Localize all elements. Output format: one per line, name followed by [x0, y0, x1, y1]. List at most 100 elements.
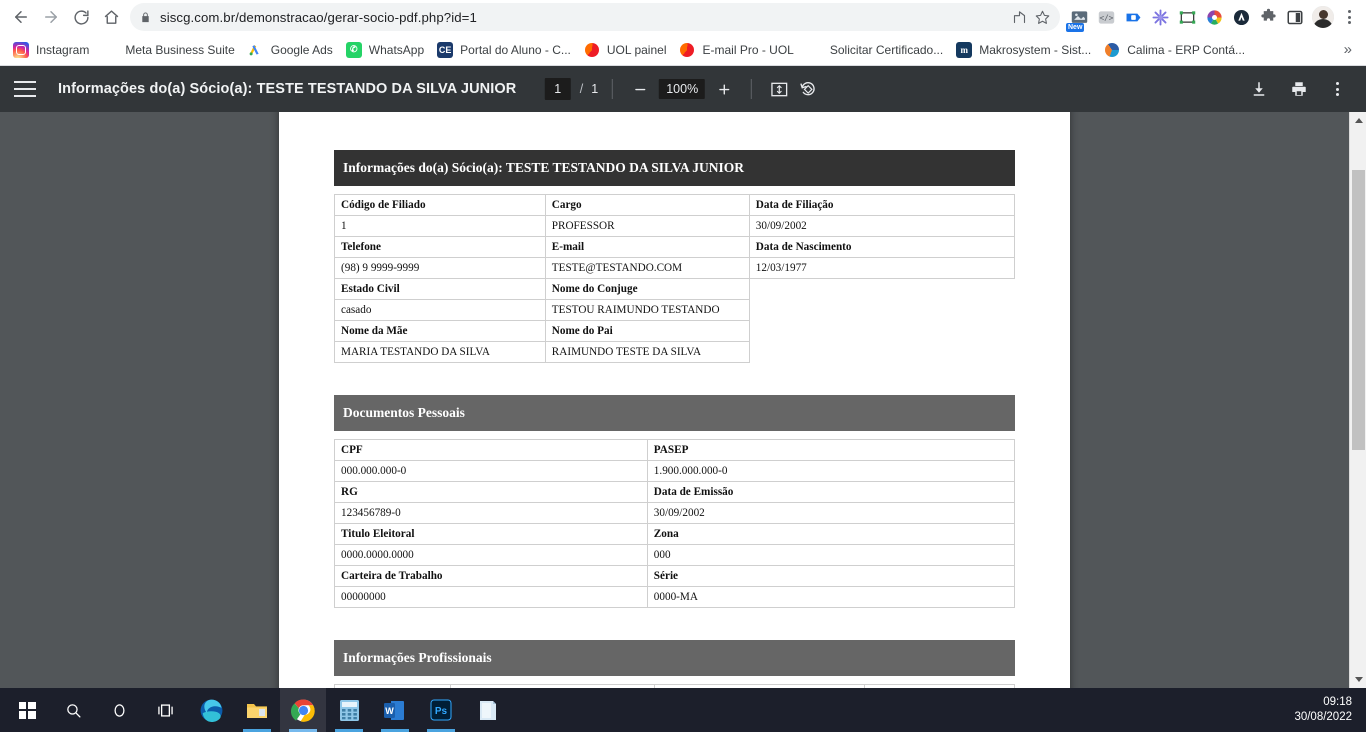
code-extension-icon[interactable]: </>	[1093, 4, 1119, 30]
color-wheel-extension-icon[interactable]	[1201, 4, 1227, 30]
scroll-down-arrow[interactable]	[1350, 671, 1366, 688]
vertical-scrollbar[interactable]	[1349, 112, 1366, 688]
profile-avatar[interactable]	[1311, 5, 1335, 29]
table-row: MARIA TESTANDO DA SILVA RAIMUNDO TESTE DA…	[334, 341, 1015, 363]
cortana-button[interactable]	[96, 688, 142, 732]
bookmark-google-ads[interactable]: Google Ads	[243, 39, 341, 61]
table-value-cell: TESTOU RAIMUNDO TESTANDO	[544, 299, 750, 321]
capture-extension-icon[interactable]	[1174, 4, 1200, 30]
pdf-more-options-icon[interactable]	[1326, 76, 1348, 102]
star-icon[interactable]	[1035, 10, 1050, 25]
certificado-icon: ➤	[806, 41, 823, 58]
table-header-cell: Série	[646, 565, 1015, 587]
calculator-button[interactable]	[326, 688, 372, 732]
bookmark-uol-painel[interactable]: UOL painel	[579, 39, 675, 61]
cortana-circle-icon	[113, 703, 125, 717]
clock-date: 30/08/2022	[1294, 711, 1352, 723]
asterisk-extension-icon[interactable]	[1147, 4, 1173, 30]
task-view-button[interactable]	[142, 688, 188, 732]
table-row: 0000.0000.000000000000	[334, 544, 1015, 566]
bookmark-instagram[interactable]: Instagram	[8, 39, 97, 61]
bookmark-label: Solicitar Certificado...	[829, 42, 944, 57]
calculator-icon	[339, 699, 359, 721]
zoom-level-value[interactable]: 100%	[659, 79, 706, 99]
pdf-page-controls: / 1 100%	[544, 76, 821, 102]
reload-icon[interactable]	[66, 2, 96, 32]
rotate-icon[interactable]	[795, 76, 821, 102]
word-button[interactable]: W	[372, 688, 418, 732]
bookmark-label: E-mail Pro - UOL	[702, 42, 794, 57]
file-explorer-button[interactable]	[234, 688, 280, 732]
chrome-menu-icon[interactable]	[1338, 4, 1360, 30]
bookmark-label: Portal do Aluno - C...	[460, 42, 571, 57]
table-value-cell: casado	[334, 299, 546, 321]
zoom-in-button[interactable]	[711, 76, 737, 102]
table-row: 1 PROFESSOR 30/09/2002	[334, 215, 1016, 237]
table-value-cell: (98) 9 9999-9999	[334, 257, 546, 279]
scroll-up-arrow[interactable]	[1350, 112, 1366, 129]
table-header-cell: Data de Filiação	[748, 194, 1016, 216]
bookmark-label: WhatsApp	[368, 42, 425, 57]
table-row: Código de Filiado Cargo Data de Filiação	[334, 194, 1016, 216]
bookmarks-overflow-button[interactable]: »	[1338, 41, 1358, 58]
print-icon[interactable]	[1286, 76, 1312, 102]
folder-icon	[247, 703, 267, 718]
taskbar-clock[interactable]: 09:18 30/08/2022	[1294, 695, 1366, 725]
bookmark-whatsapp[interactable]: ✆ WhatsApp	[341, 39, 432, 61]
bookmark-label: Makrosystem - Sist...	[979, 42, 1092, 57]
share-icon[interactable]	[1012, 10, 1027, 25]
download-icon[interactable]	[1246, 76, 1272, 102]
chrome-button[interactable]	[280, 688, 326, 732]
bookmark-label: Calima - ERP Contá...	[1127, 42, 1246, 57]
pdf-viewer: Informações do(a) Sócio(a): TESTE TESTAN…	[0, 66, 1366, 688]
table-row: 000.000.000-0 1.900.000.000-0	[334, 460, 1015, 482]
section-heading-socio: Informações do(a) Sócio(a): TESTE TESTAN…	[334, 150, 1015, 186]
table-header-cell: Cargo	[544, 194, 750, 216]
word-icon: W	[384, 700, 404, 720]
pdf-scroll-area[interactable]: Informações do(a) Sócio(a): TESTE TESTAN…	[0, 104, 1366, 688]
table-header-cell: Data de Nascimento	[748, 236, 1016, 258]
browser-chrome: siscg.com.br/demonstracao/gerar-socio-pd…	[0, 0, 1366, 66]
section-table-socio: Código de Filiado Cargo Data de Filiação 1 P…	[334, 194, 1016, 363]
bookmark-meta-business-suite[interactable]: ∞ Meta Business Suite	[97, 39, 242, 61]
search-icon	[66, 703, 81, 718]
search-button[interactable]	[50, 688, 96, 732]
bookmark-email-pro-uol[interactable]: E-mail Pro - UOL	[674, 39, 801, 61]
avast-extension-icon[interactable]	[1228, 4, 1254, 30]
table-row: CPF PASEP	[334, 439, 1015, 461]
photoshop-button[interactable]: Ps	[418, 688, 464, 732]
screenshot-extension-icon[interactable]: New	[1066, 4, 1092, 32]
bookmark-calima[interactable]: Calima - ERP Contá...	[1099, 39, 1253, 61]
bookmark-portal-do-aluno[interactable]: CE Portal do Aluno - C...	[432, 39, 579, 61]
table-value-cell: RAIMUNDO TESTE DA SILVA	[544, 341, 750, 363]
table-value-cell: 000.000.000-0	[334, 460, 648, 482]
table-value-cell: 00000000	[334, 586, 648, 608]
fit-to-page-icon[interactable]	[766, 76, 792, 102]
pdf-page-input[interactable]	[544, 78, 571, 100]
bookmark-label: Instagram	[36, 42, 90, 57]
table-row: Estado Civil Nome do Conjuge	[334, 278, 1015, 300]
sidepanel-extension-icon[interactable]	[1282, 4, 1308, 30]
puzzle-extension-icon[interactable]	[1255, 4, 1281, 30]
address-bar[interactable]: siscg.com.br/demonstracao/gerar-socio-pd…	[130, 3, 1060, 31]
bookmark-solicitar-certificado[interactable]: ➤ Solicitar Certificado...	[802, 39, 951, 61]
start-button[interactable]	[4, 688, 50, 732]
table-row: casado TESTOU RAIMUNDO TESTANDO	[334, 299, 1015, 321]
clock-time: 09:18	[1323, 696, 1352, 708]
svg-text:</>: </>	[1099, 13, 1113, 22]
pdf-sidebar-toggle-icon[interactable]	[14, 81, 36, 97]
edge-button[interactable]	[188, 688, 234, 732]
back-arrow-icon[interactable]	[6, 2, 36, 32]
home-icon[interactable]	[96, 2, 126, 32]
tab-extension-icon[interactable]	[1120, 4, 1146, 30]
sticky-notes-button[interactable]	[464, 688, 510, 732]
bookmark-makrosystem[interactable]: m Makrosystem - Sist...	[951, 39, 1099, 61]
makrosystem-icon: m	[956, 41, 973, 58]
scrollbar-thumb[interactable]	[1352, 170, 1365, 450]
sticky-notes-icon	[480, 700, 496, 720]
pdf-page-1: Informações do(a) Sócio(a): TESTE TESTAN…	[279, 104, 1070, 688]
zoom-out-button[interactable]	[627, 76, 653, 102]
forward-arrow-icon[interactable]	[36, 2, 66, 32]
table-header-cell: Estado Civil	[334, 278, 546, 300]
table-row: Titulo EleitoralZonaSeção	[334, 523, 1015, 545]
